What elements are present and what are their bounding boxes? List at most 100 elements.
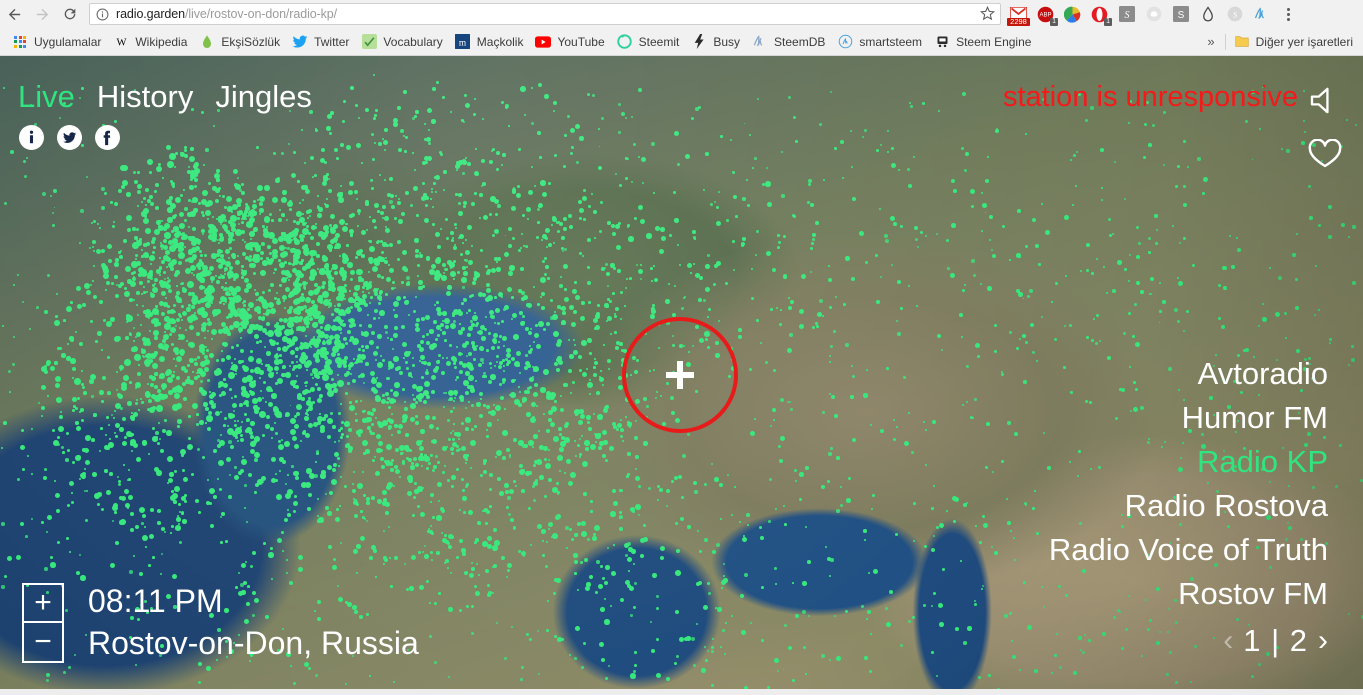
droplet-extension-button[interactable] xyxy=(1194,0,1221,28)
twitter-icon[interactable] xyxy=(57,125,82,150)
kebab-menu-icon[interactable] xyxy=(1275,0,1301,28)
adblock-plus-extension-button[interactable]: ABP 1 xyxy=(1032,0,1059,28)
bookmark-mackolik[interactable]: m Maçkolik xyxy=(449,31,530,53)
station-item-humor-fm[interactable]: Humor FM xyxy=(1049,396,1328,440)
url-host: radio.garden xyxy=(116,7,185,21)
steemit-icon xyxy=(617,34,633,50)
social-links xyxy=(19,125,120,150)
station-item-radio-kp[interactable]: Radio KP xyxy=(1049,440,1328,484)
bookmark-youtube[interactable]: YouTube xyxy=(529,31,610,53)
busy-bolt-icon xyxy=(691,34,707,50)
station-item-radio-rostova[interactable]: Radio Rostova xyxy=(1049,484,1328,528)
speaker-muted-icon[interactable] xyxy=(1305,80,1345,120)
steem-engine-icon xyxy=(934,34,950,50)
bookmark-label: Maçkolik xyxy=(477,36,524,48)
star-icon[interactable] xyxy=(980,6,996,22)
info-icon[interactable] xyxy=(19,125,44,150)
bookmark-steem-engine[interactable]: Steem Engine xyxy=(928,31,1037,53)
steemdb-icon xyxy=(752,34,768,50)
bookmark-label: smartsteem xyxy=(859,36,922,48)
bookmark-twitter[interactable]: Twitter xyxy=(286,31,355,53)
opera-extension-button[interactable]: 1 xyxy=(1086,0,1113,28)
steemit-s-extension-button[interactable]: S xyxy=(1167,0,1194,28)
steem-script-extension-button[interactable]: S xyxy=(1113,0,1140,28)
pagination-pages: 1 | 2 xyxy=(1243,619,1308,663)
bookmark-label: EkşiSözlük xyxy=(221,36,280,48)
bookmark-busy[interactable]: Busy xyxy=(685,31,746,53)
url-path: /live/rostov-on-don/radio-kp/ xyxy=(185,7,337,21)
bookmark-smartsteem[interactable]: smartsteem xyxy=(831,31,928,53)
browser-toolbar: radio.garden/live/rostov-on-don/radio-kp… xyxy=(0,0,1363,28)
extensions-tray: 2298 ABP 1 xyxy=(1001,0,1301,28)
bookmark-wikipedia[interactable]: W Wikipedia xyxy=(107,31,193,53)
station-pagination: ‹ 1 | 2 › xyxy=(1049,619,1328,663)
apps-grid-icon xyxy=(12,34,28,50)
facebook-icon[interactable] xyxy=(95,125,120,150)
radio-garden-app: Live History Jingles station is unrespon… xyxy=(0,56,1363,695)
pagination-prev-icon[interactable]: ‹ xyxy=(1223,619,1233,663)
bookmark-label: Wikipedia xyxy=(135,36,187,48)
adblock-badge: 1 xyxy=(1050,18,1058,26)
station-item-avtoradio[interactable]: Avtoradio xyxy=(1049,352,1328,396)
system-taskbar-sliver xyxy=(0,689,1363,695)
bookmark-eksisozluk[interactable]: EkşiSözlük xyxy=(193,31,286,53)
back-arrow-icon[interactable] xyxy=(0,0,28,28)
youtube-icon xyxy=(535,34,551,50)
main-nav: Live History Jingles xyxy=(18,81,312,112)
location-info: 08:11 PM Rostov-on-Don, Russia xyxy=(88,581,419,665)
opera-badge: 1 xyxy=(1104,18,1112,26)
bookmark-other-bookmarks[interactable]: Diğer yer işaretleri xyxy=(1228,31,1359,53)
svg-text:S: S xyxy=(1177,10,1184,21)
eksisozluk-icon xyxy=(199,34,215,50)
map-zoom-controls: + − xyxy=(22,583,64,663)
bookmark-uygulamalar[interactable]: Uygulamalar xyxy=(6,31,107,53)
bookmark-steemdb[interactable]: SteemDB xyxy=(746,31,831,53)
vocabulary-icon xyxy=(361,34,377,50)
bookmark-label: Diğer yer işaretleri xyxy=(1256,36,1353,48)
bookmark-label: Busy xyxy=(713,36,740,48)
nav-item-history[interactable]: History xyxy=(97,81,193,112)
svg-text:W: W xyxy=(116,37,126,48)
bookmark-label: Steem Engine xyxy=(956,36,1031,48)
zoom-out-button[interactable]: − xyxy=(24,623,62,661)
svg-text:S: S xyxy=(1124,10,1129,21)
zoom-in-button[interactable]: + xyxy=(24,585,62,623)
pagination-next-icon[interactable]: › xyxy=(1318,619,1328,663)
bookmark-vocabulary[interactable]: Vocabulary xyxy=(355,31,448,53)
bookmark-label: Uygulamalar xyxy=(34,36,101,48)
station-item-radio-voice-of-truth[interactable]: Radio Voice of Truth xyxy=(1049,528,1328,572)
bookmark-label: SteemDB xyxy=(774,36,825,48)
address-bar[interactable]: radio.garden/live/rostov-on-don/radio-kp… xyxy=(89,3,1001,25)
folder-icon xyxy=(1234,34,1250,50)
svg-text:m: m xyxy=(459,38,467,48)
color-wheel-extension-button[interactable] xyxy=(1059,0,1086,28)
location-name: Rostov-on-Don, Russia xyxy=(88,621,419,665)
bookmark-label: Vocabulary xyxy=(383,36,442,48)
gmail-extension-button[interactable]: 2298 xyxy=(1005,0,1032,28)
bookmark-steemit[interactable]: Steemit xyxy=(611,31,686,53)
bookmarks-overflow-area: » Diğer yer işaretleri xyxy=(1199,31,1363,53)
bookmark-label: Twitter xyxy=(314,36,349,48)
screenshot-root: radio.garden/live/rostov-on-don/radio-kp… xyxy=(0,0,1363,695)
heart-outline-icon[interactable] xyxy=(1305,134,1345,174)
divider xyxy=(1225,34,1226,50)
local-time: 08:11 PM xyxy=(88,581,419,621)
steem-waves-extension-button[interactable] xyxy=(1248,0,1275,28)
site-info-icon[interactable] xyxy=(96,8,109,21)
nav-item-jingles[interactable]: Jingles xyxy=(215,81,312,112)
svg-text:S: S xyxy=(1232,9,1237,19)
status-message: station is unresponsive xyxy=(1003,83,1298,112)
bookmark-label: Steemit xyxy=(639,36,680,48)
url-text: radio.garden/live/rostov-on-don/radio-kp… xyxy=(116,7,337,21)
gmail-badge: 2298 xyxy=(1007,18,1030,26)
wikipedia-icon: W xyxy=(113,34,129,50)
smartsteem-icon xyxy=(837,34,853,50)
nav-item-live[interactable]: Live xyxy=(18,81,75,112)
steem-grey-extension-button[interactable]: S xyxy=(1221,0,1248,28)
bookmarks-overflow-button[interactable]: » xyxy=(1199,34,1222,49)
station-item-rostov-fm[interactable]: Rostov FM xyxy=(1049,572,1328,616)
station-list: Avtoradio Humor FM Radio KP Radio Rostov… xyxy=(1049,352,1328,663)
reload-icon[interactable] xyxy=(56,0,84,28)
minds-extension-button[interactable] xyxy=(1140,0,1167,28)
browser-chrome: radio.garden/live/rostov-on-don/radio-kp… xyxy=(0,0,1363,56)
